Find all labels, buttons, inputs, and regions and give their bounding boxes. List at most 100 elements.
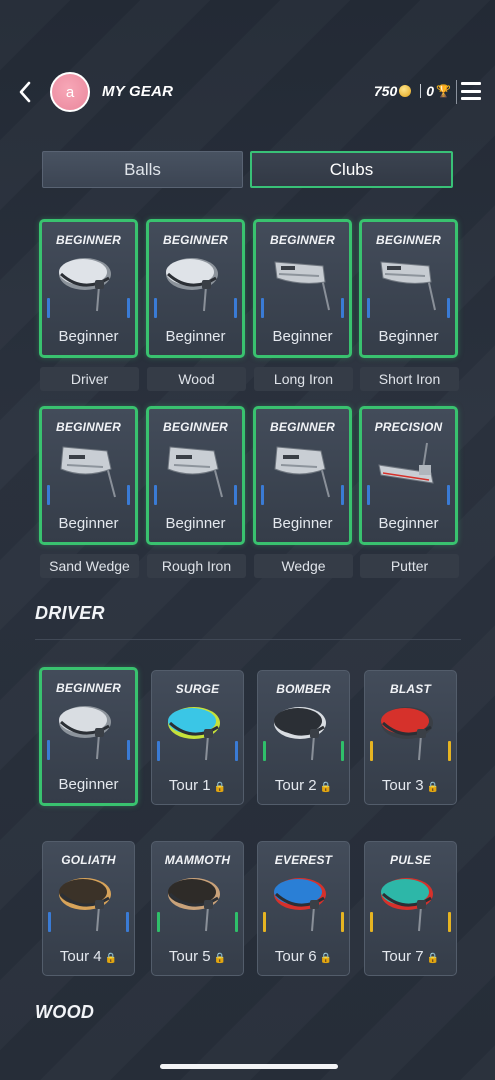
club-name: Beginner <box>165 328 226 345</box>
equipped-club-card[interactable]: BEGINNER Beginner <box>359 219 458 358</box>
driver-card[interactable]: BOMBER Tour 2 🔒 <box>257 670 350 805</box>
stat-bar-left <box>263 741 266 761</box>
stat-bar-right <box>341 912 344 932</box>
stat-bar-left <box>261 298 264 318</box>
club-name: Beginner <box>378 328 439 345</box>
club-name-text: Beginner <box>58 776 119 793</box>
driver-club-icon <box>167 878 220 932</box>
club-name: Tour 6 🔒 <box>258 948 349 965</box>
club-slot-label[interactable]: Wedge <box>254 554 353 578</box>
stat-bar-right <box>448 912 451 932</box>
wedge-club-icon <box>59 446 116 498</box>
stat-bar-right <box>234 298 237 318</box>
currency-stats: 750 0 🏆 <box>374 83 451 99</box>
club-name: Tour 7 🔒 <box>365 948 456 965</box>
stat-bar-left <box>261 485 264 505</box>
club-slot-label[interactable]: Rough Iron <box>147 554 246 578</box>
lock-icon: 🔒 <box>319 953 333 964</box>
avatar[interactable]: a <box>50 72 90 112</box>
driver-club-icon <box>273 707 326 761</box>
driver-card[interactable]: BEGINNER Beginner <box>39 667 138 806</box>
club-name: Beginner <box>378 515 439 532</box>
club-tier-label: EVEREST <box>274 853 333 867</box>
stat-bar-right <box>127 298 130 318</box>
top-bar: a MY GEAR 750 0 🏆 <box>0 72 495 112</box>
club-name: Beginner <box>58 328 119 345</box>
stat-bar-right <box>341 741 344 761</box>
menu-divider <box>456 80 457 104</box>
equipped-club-card[interactable]: BEGINNER Beginner <box>39 406 138 545</box>
stat-bar-right <box>235 912 238 932</box>
club-name: Beginner <box>42 776 135 793</box>
stat-bar-left <box>370 741 373 761</box>
stat-bar-right <box>127 740 130 760</box>
tab-balls[interactable]: Balls <box>42 151 243 188</box>
driver-card[interactable]: EVEREST Tour 6 🔒 <box>257 841 350 976</box>
iron-club-icon <box>379 261 436 311</box>
club-name: Beginner <box>272 328 333 345</box>
page-title: MY GEAR <box>102 83 174 100</box>
stat-bar-left <box>47 298 50 318</box>
driver-card[interactable]: PULSE Tour 7 🔒 <box>364 841 457 976</box>
stat-bar-left <box>157 912 160 932</box>
stat-bar-right <box>235 741 238 761</box>
club-name: Tour 2 🔒 <box>258 777 349 794</box>
home-indicator <box>160 1064 338 1069</box>
club-tier-label: SURGE <box>175 682 220 696</box>
stat-bar-left <box>367 298 370 318</box>
club-slot-label[interactable]: Sand Wedge <box>40 554 139 578</box>
driver-card[interactable]: BLAST Tour 3 🔒 <box>364 670 457 805</box>
stat-bar-right <box>447 298 450 318</box>
driver-club-icon <box>58 258 111 312</box>
club-tier-label: GOLIATH <box>61 853 116 867</box>
tab-clubs[interactable]: Clubs <box>250 151 453 188</box>
stat-bar-left <box>154 298 157 318</box>
lock-icon: 🔒 <box>319 782 333 793</box>
stat-bar-right <box>448 741 451 761</box>
club-slot-label[interactable]: Driver <box>40 367 139 391</box>
club-tier-label: BLAST <box>390 682 431 696</box>
menu-icon[interactable] <box>461 82 481 100</box>
gear-tabs: Balls Clubs <box>42 151 453 188</box>
club-slot-label[interactable]: Wood <box>147 367 246 391</box>
avatar-letter: a <box>65 83 75 101</box>
driver-card[interactable]: GOLIATH Tour 4 🔒 <box>42 841 135 976</box>
section-divider <box>35 639 461 640</box>
lock-icon: 🔒 <box>104 953 118 964</box>
equipped-club-card[interactable]: BEGINNER Beginner <box>39 219 138 358</box>
club-name: Beginner <box>272 515 333 532</box>
lock-icon: 🔒 <box>426 953 440 964</box>
equipped-club-card[interactable]: BEGINNER Beginner <box>146 406 245 545</box>
driver-card[interactable]: MAMMOTH Tour 5 🔒 <box>151 841 244 976</box>
club-name: Tour 5 🔒 <box>152 948 243 965</box>
stat-bar-left <box>154 485 157 505</box>
stat-bar-right <box>127 485 130 505</box>
club-tier-label: PULSE <box>389 853 431 867</box>
stat-bar-right <box>447 485 450 505</box>
equipped-club-card[interactable]: PRECISION Beginner <box>359 406 458 545</box>
club-tier-label: BEGINNER <box>270 420 335 434</box>
club-tier-label: BEGINNER <box>270 233 335 247</box>
wedge-club-icon <box>273 446 330 498</box>
coin-count: 750 <box>373 83 398 99</box>
club-tier-label: BEGINNER <box>376 233 441 247</box>
back-button[interactable] <box>14 80 36 104</box>
club-slot-label[interactable]: Short Iron <box>360 367 459 391</box>
stat-bar-right <box>234 485 237 505</box>
driver-club-icon <box>58 706 111 760</box>
stat-bar-right <box>341 485 344 505</box>
equipped-club-card[interactable]: BEGINNER Beginner <box>253 219 352 358</box>
club-tier-label: MAMMOTH <box>164 853 231 867</box>
club-slot-label[interactable]: Long Iron <box>254 367 353 391</box>
stat-bar-left <box>370 912 373 932</box>
section-title-wood: WOOD <box>35 1002 95 1022</box>
driver-card[interactable]: SURGE Tour 1 🔒 <box>151 670 244 805</box>
club-slot-label[interactable]: Putter <box>360 554 459 578</box>
club-name: Beginner <box>165 515 226 532</box>
lock-icon: 🔒 <box>426 782 440 793</box>
club-tier-label: BEGINNER <box>56 420 121 434</box>
lock-icon: 🔒 <box>213 782 227 793</box>
section-title-driver: DRIVER <box>35 603 105 623</box>
equipped-club-card[interactable]: BEGINNER Beginner <box>253 406 352 545</box>
equipped-club-card[interactable]: BEGINNER Beginner <box>146 219 245 358</box>
